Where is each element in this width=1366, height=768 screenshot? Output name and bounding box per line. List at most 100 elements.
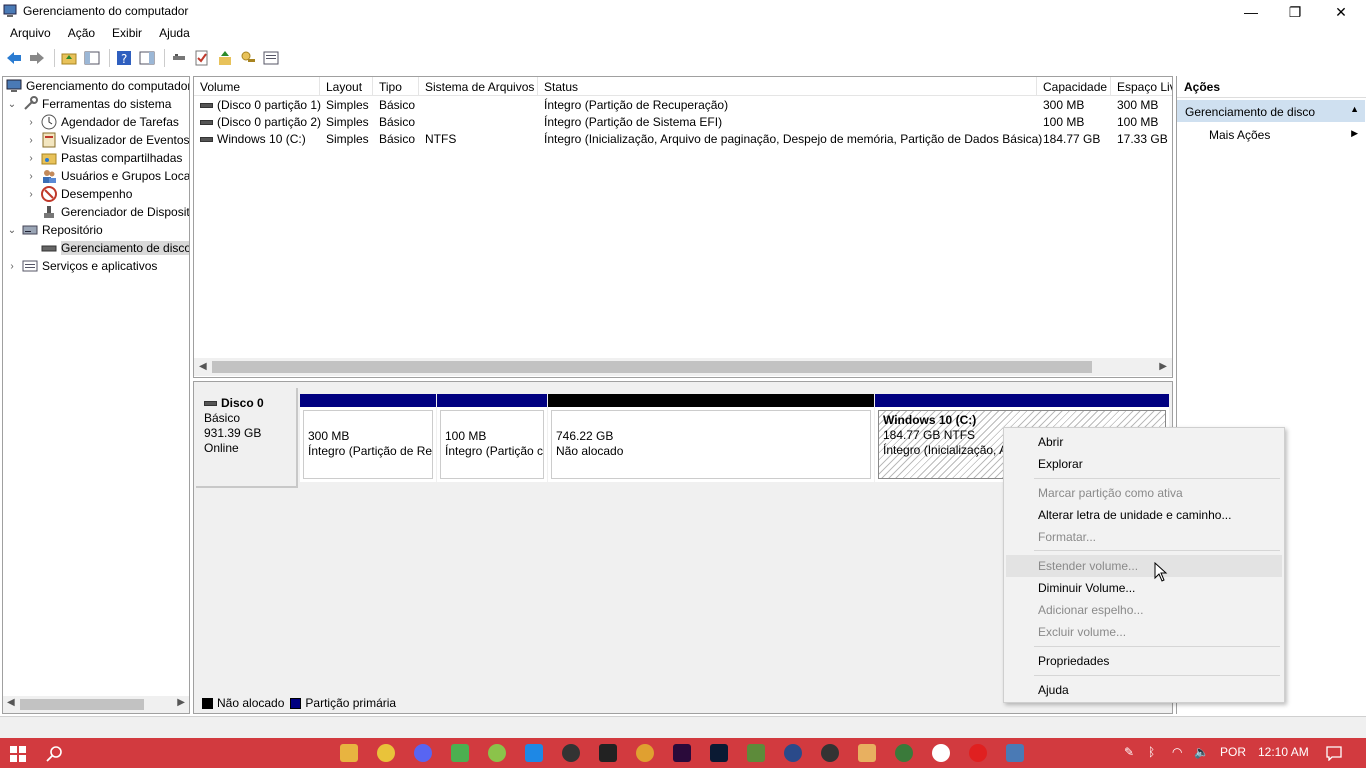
menu-ajuda[interactable]: Ajuda: [149, 24, 197, 44]
tree-item-desempenho[interactable]: › Desempenho: [25, 185, 132, 203]
menu-item-explorar[interactable]: Explorar: [1038, 457, 1083, 471]
tree-root[interactable]: Gerenciamento do computador: [6, 77, 189, 95]
column-header-volume[interactable]: Volume: [194, 77, 320, 96]
minimize-button[interactable]: —: [1228, 0, 1274, 24]
tree-item-servicos[interactable]: › Serviços e aplicativos: [6, 257, 157, 275]
chevron-down-icon[interactable]: ⌄: [6, 99, 18, 110]
bluetooth-icon[interactable]: ᛒ: [1148, 745, 1155, 759]
search-icon[interactable]: [46, 745, 64, 763]
tree-item-usuarios[interactable]: › Usuários e Grupos Loca: [25, 167, 189, 185]
search-key-icon[interactable]: [238, 48, 258, 68]
menu-item-ajuda[interactable]: Ajuda: [1038, 683, 1069, 697]
tree-item-agendador[interactable]: › Agendador de Tarefas: [25, 113, 179, 131]
menu-exibir[interactable]: Exibir: [102, 24, 149, 44]
tree-item-repositorio[interactable]: ⌄ Repositório: [6, 221, 103, 239]
scroll-right-icon[interactable]: ▶: [177, 697, 185, 708]
scroll-left-icon[interactable]: ◀: [199, 361, 207, 372]
properties-pane-icon[interactable]: [137, 48, 157, 68]
discord-icon[interactable]: [414, 744, 432, 762]
chevron-right-icon[interactable]: ›: [25, 153, 37, 164]
menu-item-abrir[interactable]: Abrir: [1038, 435, 1063, 449]
pen-icon[interactable]: ✎: [1124, 745, 1134, 759]
submenu-arrow-icon[interactable]: ▶: [1351, 128, 1358, 139]
app-plant-icon[interactable]: [895, 744, 913, 762]
app-dark-icon[interactable]: [599, 744, 617, 762]
clock-time[interactable]: 12:10 AM: [1258, 745, 1309, 759]
obs-icon[interactable]: [562, 744, 580, 762]
shield-app-icon[interactable]: [784, 744, 802, 762]
chevron-down-icon[interactable]: ⌄: [6, 225, 18, 236]
app-circle-icon[interactable]: [821, 744, 839, 762]
disk-info-panel[interactable]: Disco 0 Básico 931.39 GB Online: [196, 388, 298, 488]
chevron-right-icon[interactable]: ›: [6, 261, 18, 272]
scrollbar-thumb[interactable]: [212, 361, 1092, 373]
menu-item-diminuir-volume[interactable]: Diminuir Volume...: [1038, 581, 1135, 595]
premiere-icon[interactable]: [673, 744, 691, 762]
up-folder-icon[interactable]: [59, 48, 79, 68]
tree-item-ferramentas[interactable]: ⌄ Ferramentas do sistema: [6, 95, 171, 113]
scrollbar-thumb[interactable]: [20, 699, 144, 710]
app-yellow-icon[interactable]: [636, 744, 654, 762]
notification-icon[interactable]: [1326, 745, 1342, 761]
chevron-right-icon[interactable]: ›: [25, 189, 37, 200]
photoshop-icon[interactable]: [710, 744, 728, 762]
menu-item-excluir-volume[interactable]: Excluir volume...: [1038, 625, 1126, 639]
utorrent-icon[interactable]: [451, 744, 469, 762]
actions-section-disk[interactable]: Gerenciamento de disco ▲: [1177, 100, 1365, 122]
table-row[interactable]: Windows 10 (C:) Simples Básico NTFS Ínte…: [194, 131, 1172, 148]
restore-button[interactable]: ❐: [1272, 0, 1318, 24]
app-blue-icon[interactable]: [525, 744, 543, 762]
menu-acao[interactable]: Ação: [58, 24, 102, 44]
list-horizontal-scrollbar[interactable]: ◀ ▶: [194, 358, 1172, 376]
chrome-icon[interactable]: [377, 744, 395, 762]
computer-management-taskbar-icon[interactable]: [1006, 744, 1024, 762]
menu-arquivo[interactable]: Arquivo: [0, 24, 58, 44]
heart-icon[interactable]: [969, 744, 987, 762]
app-green-icon[interactable]: [488, 744, 506, 762]
column-header-capacidade[interactable]: Capacidade: [1037, 77, 1111, 96]
app-hand-icon[interactable]: [858, 744, 876, 762]
menu-item-adicionar-espelho[interactable]: Adicionar espelho...: [1038, 603, 1143, 617]
column-header-tipo[interactable]: Tipo: [373, 77, 419, 96]
menu-item-formatar[interactable]: Formatar...: [1038, 530, 1096, 544]
checklist-icon[interactable]: [192, 48, 212, 68]
tree-item-eventos[interactable]: › Visualizador de Eventos: [25, 131, 189, 149]
chevron-right-icon[interactable]: ›: [25, 135, 37, 146]
menu-item-alterar-letra[interactable]: Alterar letra de unidade e caminho...: [1038, 508, 1231, 522]
minecraft-icon[interactable]: [747, 744, 765, 762]
connect-icon[interactable]: [169, 48, 189, 68]
partition-efi[interactable]: 100 MB Íntegro (Partição c: [437, 394, 547, 482]
table-row[interactable]: (Disco 0 partição 2) Simples Básico Ínte…: [194, 114, 1172, 131]
column-header-status[interactable]: Status: [538, 77, 1037, 96]
column-header-espaco-livre[interactable]: Espaço Liv: [1111, 77, 1172, 96]
table-row[interactable]: (Disco 0 partição 1) Simples Básico Ínte…: [194, 97, 1172, 114]
partition-recovery[interactable]: 300 MB Íntegro (Partição de Re: [300, 394, 436, 482]
show-hide-tree-icon[interactable]: [82, 48, 102, 68]
chevron-right-icon[interactable]: ›: [25, 171, 37, 182]
app-skull-icon[interactable]: [932, 744, 950, 762]
column-header-layout[interactable]: Layout: [320, 77, 373, 96]
back-arrow-icon[interactable]: [4, 48, 24, 68]
export-up-icon[interactable]: [215, 48, 235, 68]
file-explorer-icon[interactable]: [340, 744, 358, 762]
tree-item-gerenciamento-disco[interactable]: Gerenciamento de disco: [25, 239, 189, 257]
language-indicator[interactable]: POR: [1220, 745, 1246, 759]
forward-arrow-icon[interactable]: [27, 48, 47, 68]
scroll-left-icon[interactable]: ◀: [7, 697, 15, 708]
close-button[interactable]: ✕: [1318, 0, 1364, 24]
column-header-sistema[interactable]: Sistema de Arquivos: [419, 77, 538, 96]
menu-item-estender-volume[interactable]: Estender volume...: [1038, 559, 1138, 573]
tree-item-dispositivos[interactable]: Gerenciador de Disposit: [25, 203, 189, 221]
partition-unallocated[interactable]: 746.22 GB Não alocado: [548, 394, 874, 482]
wifi-icon[interactable]: ◠: [1172, 745, 1182, 759]
more-actions-item[interactable]: Mais Ações: [1209, 128, 1270, 142]
tree-horizontal-scrollbar[interactable]: ◀ ▶: [3, 696, 189, 713]
scroll-right-icon[interactable]: ▶: [1159, 361, 1167, 372]
help-icon[interactable]: ?: [114, 48, 134, 68]
settings-list-icon[interactable]: [261, 48, 281, 68]
volume-icon[interactable]: 🔈: [1194, 745, 1209, 759]
chevron-right-icon[interactable]: ›: [25, 117, 37, 128]
menu-item-propriedades[interactable]: Propriedades: [1038, 654, 1109, 668]
menu-item-marcar-ativa[interactable]: Marcar partição como ativa: [1038, 486, 1183, 500]
collapse-up-icon[interactable]: ▲: [1350, 104, 1359, 114]
